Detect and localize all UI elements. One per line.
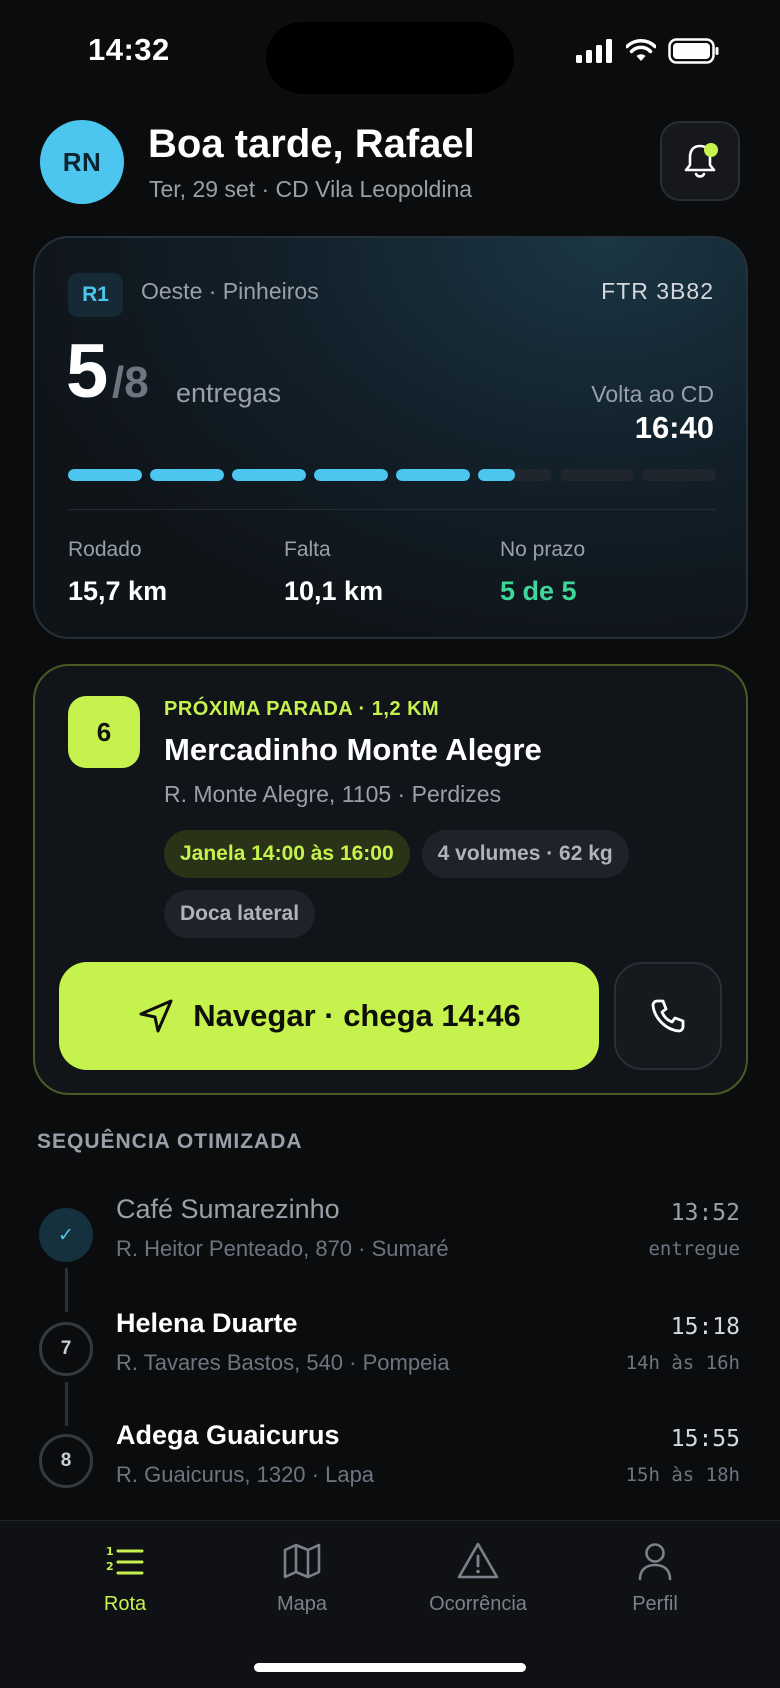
stat-on-time: No prazo 5 de 5 bbox=[500, 538, 585, 607]
progress-segment bbox=[396, 469, 470, 481]
phone-icon bbox=[651, 999, 685, 1033]
sequence-item-address: R. Guaicurus, 1320 · Lapa bbox=[116, 1462, 375, 1487]
stat-remaining: Falta 10,1 km bbox=[284, 538, 383, 607]
header: RN Boa tarde, Rafael Ter, 29 set · CD Vi… bbox=[40, 118, 740, 208]
stat-value: 10,1 km bbox=[284, 576, 384, 606]
stat-label: Rodado bbox=[68, 538, 142, 561]
sequence-item-address: R. Tavares Bastos, 540 · Pompeia bbox=[116, 1350, 450, 1375]
stat-label: Falta bbox=[284, 538, 331, 561]
stat-driven: Rodado 15,7 km bbox=[68, 538, 167, 607]
vehicle-plate: FTR 3B82 bbox=[601, 278, 714, 304]
stop-number-badge: 6 bbox=[68, 696, 140, 768]
sequence-item-time: 15:55 bbox=[670, 1426, 740, 1452]
stop-chips: Janela 14:00 às 16:00 4 volumes · 62 kg … bbox=[164, 830, 724, 938]
next-stop-card: 6 PRÓXIMA PARADA · 1,2 KM Mercadinho Mon… bbox=[33, 664, 748, 1095]
navigate-button[interactable]: Navegar · chega 14:46 bbox=[59, 962, 599, 1070]
stat-label: No prazo bbox=[500, 538, 586, 561]
sequence-item-address: R. Heitor Penteado, 870 · Sumaré bbox=[116, 1236, 449, 1261]
status-bar: 14:32 bbox=[0, 0, 780, 100]
svg-text:2: 2 bbox=[106, 1560, 114, 1573]
progress-segment-fill bbox=[396, 469, 470, 481]
tab-label: Mapa bbox=[276, 1593, 328, 1615]
total-count: /8 bbox=[112, 358, 149, 407]
progress-segment bbox=[478, 469, 552, 481]
status-time: 14:32 bbox=[88, 32, 170, 67]
sequence-item-name: Adega Guaicurus bbox=[116, 1420, 340, 1450]
notifications-button[interactable] bbox=[660, 121, 740, 201]
alert-triangle-icon bbox=[457, 1542, 499, 1579]
avatar[interactable]: RN bbox=[40, 120, 124, 204]
route-area: Oeste · Pinheiros bbox=[141, 278, 319, 304]
sequence-item-note: 14h às 16h bbox=[625, 1352, 740, 1374]
sequence-item-time: 13:52 bbox=[670, 1200, 740, 1226]
stat-value: 5 de 5 bbox=[500, 576, 577, 606]
sequence-item[interactable]: ✓ Café Sumarezinho R. Heitor Penteado, 8… bbox=[0, 1186, 780, 1286]
sequence-item-name: Café Sumarezinho bbox=[116, 1194, 340, 1224]
progress-segment bbox=[68, 469, 142, 481]
sequence-title: SEQUÊNCIA OTIMIZADA bbox=[37, 1130, 303, 1153]
navigate-label: Navegar · chega 14:46 bbox=[193, 998, 521, 1033]
call-button[interactable] bbox=[614, 962, 722, 1070]
progress-segment bbox=[642, 469, 716, 481]
list-ordered-icon: 1 2 bbox=[106, 1545, 144, 1575]
route-badge: R1 bbox=[68, 273, 123, 317]
navigation-arrow-icon bbox=[139, 999, 173, 1033]
chip-time-window: Janela 14:00 às 16:00 bbox=[164, 830, 410, 878]
next-stop-address: R. Monte Alegre, 1105 · Perdizes bbox=[164, 781, 502, 807]
progress-segment-fill bbox=[314, 469, 388, 481]
map-icon bbox=[283, 1543, 321, 1579]
delivered-count: 5 bbox=[66, 329, 109, 414]
route-summary-card: R1 Oeste · Pinheiros FTR 3B82 5 /8 entre… bbox=[33, 236, 748, 639]
greeting: Boa tarde, Rafael bbox=[148, 122, 475, 166]
stat-value: 15,7 km bbox=[68, 576, 168, 606]
next-stop-name: Mercadinho Monte Alegre bbox=[164, 732, 542, 767]
tab-label: Ocorrência bbox=[429, 1593, 527, 1615]
return-time: 16:40 bbox=[634, 410, 714, 445]
tab-mapa[interactable]: Mapa bbox=[222, 1541, 382, 1616]
divider bbox=[68, 509, 716, 510]
dynamic-island bbox=[266, 22, 514, 94]
sequence-item-note: entregue bbox=[648, 1238, 740, 1260]
progress-segment-fill bbox=[68, 469, 142, 481]
tab-label: Rota bbox=[103, 1593, 147, 1615]
sequence-item-time: 15:18 bbox=[670, 1314, 740, 1340]
route-progress-bar bbox=[68, 469, 716, 481]
progress-segment bbox=[232, 469, 306, 481]
next-stop-eyebrow: PRÓXIMA PARADA · 1,2 KM bbox=[164, 698, 440, 720]
svg-text:1: 1 bbox=[106, 1545, 114, 1558]
sequence-item[interactable]: 8 Adega Guaicurus R. Guaicurus, 1320 · L… bbox=[0, 1412, 780, 1512]
home-indicator[interactable] bbox=[254, 1663, 526, 1672]
tab-bar: 1 2 Rota Mapa Ocorrência Perfil bbox=[0, 1520, 780, 1688]
tab-ocorrencia[interactable]: Ocorrência bbox=[398, 1541, 558, 1616]
progress-segment-fill bbox=[150, 469, 224, 481]
battery-icon bbox=[668, 38, 719, 64]
chip-volumes: 4 volumes · 62 kg bbox=[421, 830, 629, 878]
progress-segment bbox=[560, 469, 634, 481]
tab-perfil[interactable]: Perfil bbox=[575, 1541, 735, 1616]
sequence-item[interactable]: 7 Helena Duarte R. Tavares Bastos, 540 ·… bbox=[0, 1300, 780, 1400]
sequence-item-name: Helena Duarte bbox=[116, 1308, 298, 1338]
progress-segment bbox=[150, 469, 224, 481]
status-icons bbox=[576, 38, 720, 64]
deliveries-unit: entregas bbox=[176, 378, 282, 408]
user-icon bbox=[638, 1543, 672, 1581]
progress-segment-fill bbox=[232, 469, 306, 481]
sequence-item-note: 15h às 18h bbox=[625, 1464, 740, 1486]
sequence-item-number: 8 bbox=[39, 1434, 93, 1488]
check-icon: ✓ bbox=[39, 1208, 93, 1262]
progress-segment bbox=[314, 469, 388, 481]
chip-dock: Doca lateral bbox=[164, 890, 316, 938]
tab-label: Perfil bbox=[632, 1593, 678, 1615]
cellular-signal-icon bbox=[576, 39, 612, 63]
progress-segment-fill bbox=[478, 469, 515, 481]
notification-dot bbox=[704, 143, 718, 157]
return-label: Volta ao CD bbox=[591, 381, 714, 407]
tab-rota[interactable]: 1 2 Rota bbox=[45, 1541, 205, 1616]
header-subtitle: Ter, 29 set · CD Vila Leopoldina bbox=[149, 176, 473, 202]
wifi-icon bbox=[626, 39, 656, 61]
sequence-item-number: 7 bbox=[39, 1322, 93, 1376]
